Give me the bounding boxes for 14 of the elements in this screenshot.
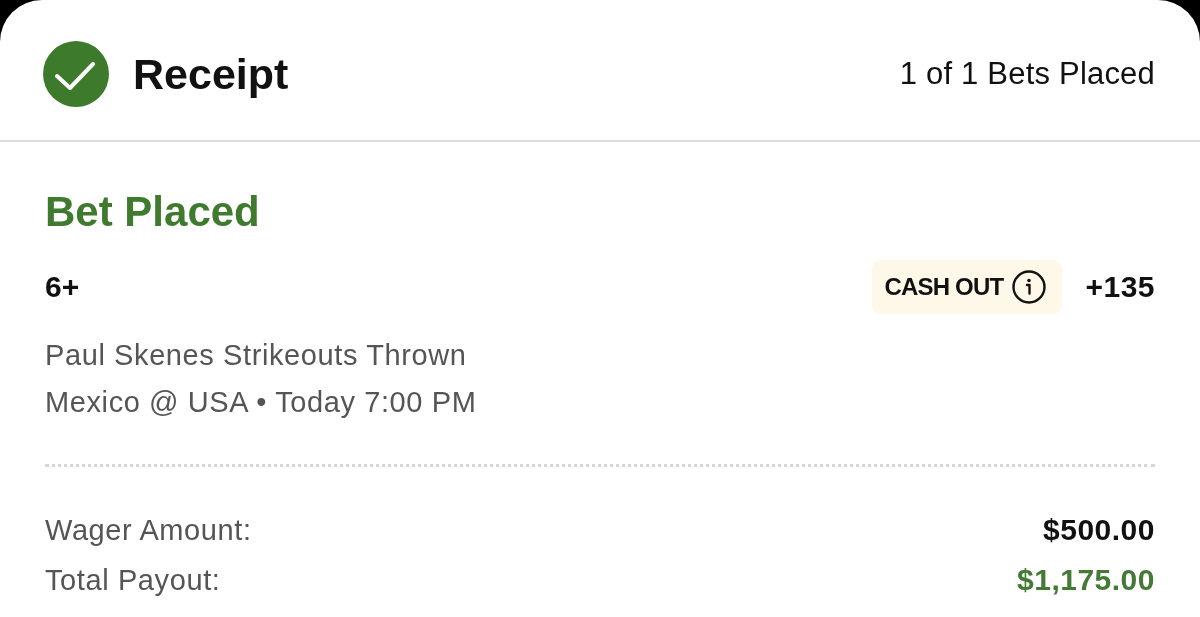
receipt-title: Receipt [133, 49, 289, 99]
check-circle-icon [43, 41, 109, 107]
event-info: Mexico @ USA • Today 7:00 PM [45, 385, 477, 420]
bet-selection: 6+ [45, 269, 80, 305]
cash-out-button[interactable]: CASH OUT [872, 260, 1063, 314]
bets-placed-count: 1 of 1 Bets Placed [899, 55, 1155, 93]
info-icon [1012, 270, 1047, 304]
summary-value: $500.00 [1043, 512, 1155, 548]
summary-label: Total Payout: [45, 563, 221, 598]
summary-label: Wager Amount: [45, 513, 252, 548]
market-name: Paul Skenes Strikeouts Thrown [45, 338, 467, 373]
bet-odds: +135 [1085, 269, 1155, 305]
summary-value: $1,175.00 [1017, 562, 1155, 598]
bet-status: Bet Placed [45, 187, 260, 237]
